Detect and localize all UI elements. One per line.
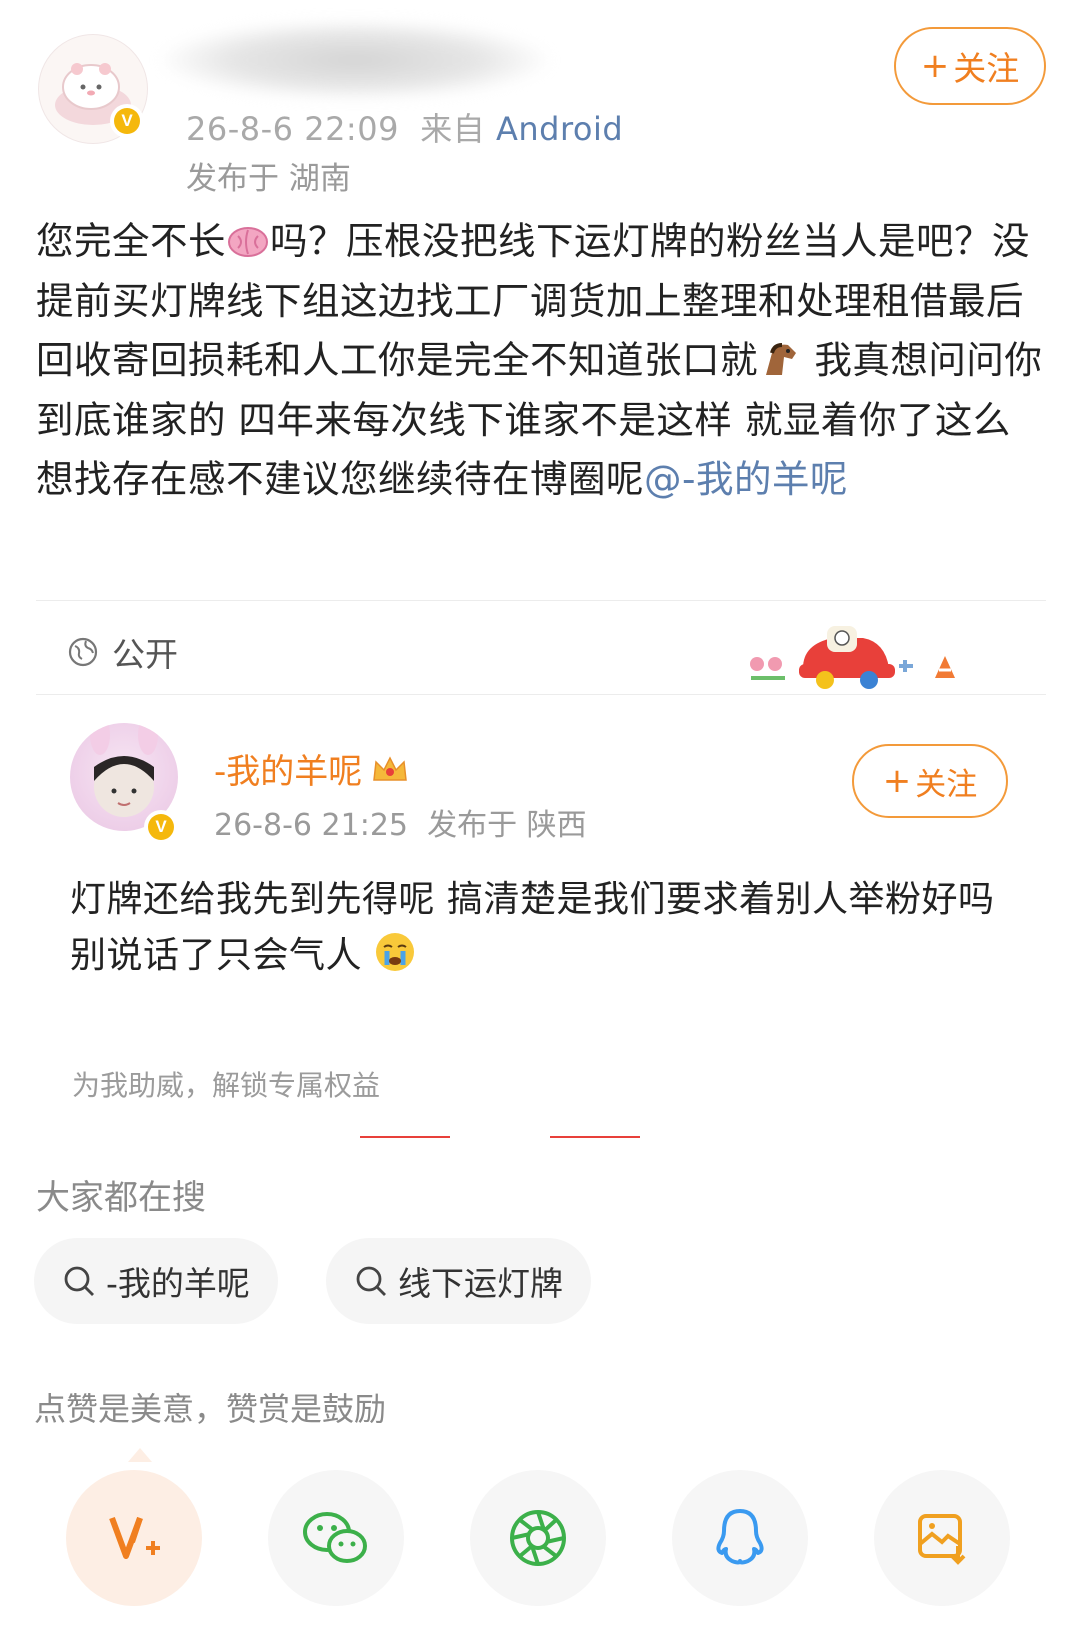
plus-icon: + — [920, 46, 950, 86]
crying-emoji-icon — [375, 933, 414, 971]
globe-icon — [68, 637, 98, 667]
visibility-label: 公开 — [112, 635, 178, 674]
quoted-author-name[interactable]: -我的羊呢 — [214, 744, 410, 793]
blurred-username — [160, 20, 550, 100]
quoted-meta: 26-8-6 21:25 发布于 陕西 — [214, 800, 587, 844]
post-meta: 26-8-6 22:09 来自 Android — [186, 104, 623, 150]
post-source-prefix: 来自 — [420, 110, 486, 148]
post-text: 您完全不长 吗？压根没把线下运灯牌的粉丝当人是吧？没提前买灯牌线下组这边找工厂调货… — [36, 219, 1043, 501]
follow-button[interactable]: + 关注 — [894, 27, 1046, 105]
plus-icon: + — [882, 761, 912, 801]
crown-icon — [373, 755, 408, 781]
post-source[interactable]: Android — [496, 110, 623, 148]
vplus-share-button[interactable] — [66, 1470, 202, 1606]
save-image-icon — [918, 1514, 966, 1565]
quoted-time: 26-8-6 21:25 — [214, 808, 408, 843]
qq-icon — [716, 1509, 764, 1565]
search-chip[interactable]: 线下运灯牌 — [326, 1238, 591, 1324]
mention-link[interactable]: @-我的羊呢 — [644, 457, 848, 501]
pointer-triangle — [128, 1448, 152, 1462]
support-unlock-text[interactable]: 为我助威，解锁专属权益 — [72, 1064, 380, 1104]
visibility-row: 公开 — [68, 628, 178, 676]
verified-badge-icon: V — [110, 104, 144, 138]
follow-label: 关注 — [953, 49, 1020, 88]
trending-search-title: 大家都在搜 — [36, 1178, 206, 1218]
save-image-share-button[interactable] — [874, 1470, 1010, 1606]
wechat-share-button[interactable] — [268, 1470, 404, 1606]
quoted-follow-button[interactable]: + 关注 — [852, 744, 1008, 818]
brain-emoji-icon — [228, 227, 268, 257]
faded-content-strip — [360, 1136, 640, 1138]
search-icon — [64, 1266, 94, 1296]
divider — [36, 600, 1046, 601]
vplus-icon — [109, 1516, 160, 1559]
moments-share-button[interactable] — [470, 1470, 606, 1606]
car-sticker-icon — [750, 626, 955, 689]
search-icon — [356, 1266, 386, 1296]
search-chip[interactable]: -我的羊呢 — [34, 1238, 278, 1324]
like-reward-note: 点赞是美意，赞赏是鼓励 — [34, 1390, 387, 1428]
post-time: 26-8-6 22:09 — [186, 110, 399, 148]
quoted-verified-badge-icon: V — [144, 810, 178, 844]
quoted-text: 灯牌还给我先到先得呢 搞清楚是我们要求着别人举粉好吗 别说话了只会气人 — [70, 879, 995, 976]
qq-share-button[interactable] — [672, 1470, 808, 1606]
wechat-icon — [303, 1512, 367, 1563]
divider — [36, 694, 1046, 695]
quoted-follow-label: 关注 — [915, 766, 978, 803]
post-location: 发布于 湖南 — [186, 161, 351, 197]
horse-emoji-icon — [766, 343, 796, 375]
quoted-location: 发布于 陕西 — [427, 808, 587, 843]
moments-icon — [510, 1510, 566, 1566]
